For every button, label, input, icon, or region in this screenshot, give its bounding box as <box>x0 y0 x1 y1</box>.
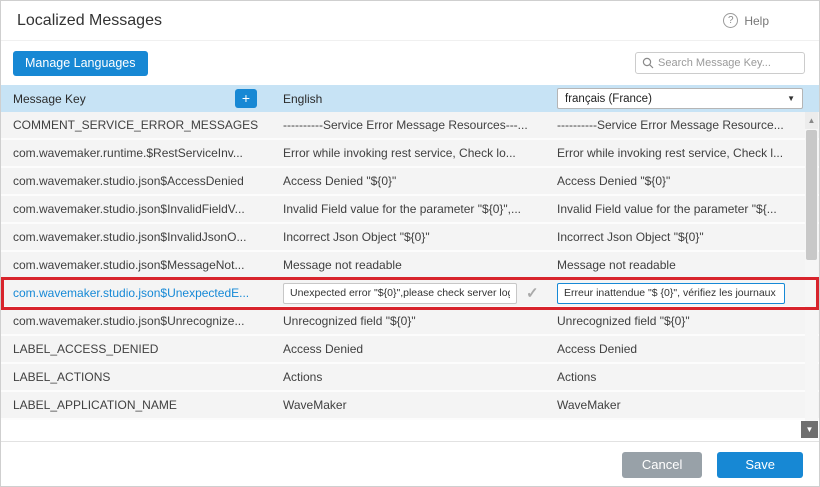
message-key-cell: com.wavemaker.runtime.$RestServiceInv... <box>1 146 273 160</box>
check-icon[interactable]: ✓ <box>526 284 539 302</box>
english-cell: Unrecognized field "${0}" <box>273 314 547 328</box>
search-box[interactable] <box>635 52 805 74</box>
add-message-key-button[interactable]: + <box>235 89 257 108</box>
scrollbar[interactable]: ▲ ▼ <box>805 112 818 438</box>
scrollbar-thumb[interactable] <box>806 130 817 260</box>
table-row[interactable]: LABEL_APPLICATION_NAME WaveMaker WaveMak… <box>1 392 819 420</box>
french-cell: Message not readable <box>547 258 819 272</box>
page-title: Localized Messages <box>17 12 162 30</box>
cancel-button[interactable]: Cancel <box>622 452 702 478</box>
table-row[interactable]: com.wavemaker.studio.json$AccessDenied A… <box>1 168 819 196</box>
chevron-down-icon: ▼ <box>787 94 795 103</box>
english-cell: Invalid Field value for the parameter "$… <box>273 202 547 216</box>
titlebar: Localized Messages ? Help <box>1 1 819 41</box>
english-cell: WaveMaker <box>273 398 547 412</box>
language-select[interactable]: français (France) ▼ <box>557 88 803 109</box>
english-cell: Access Denied "${0}" <box>273 174 547 188</box>
help-link[interactable]: ? Help <box>723 13 769 28</box>
scroll-up-button[interactable]: ▲ <box>805 112 818 129</box>
table-row-editing[interactable]: com.wavemaker.studio.json$UnexpectedE...… <box>1 280 819 308</box>
table-header: Message Key + English français (France) … <box>1 85 819 112</box>
table-row[interactable]: com.wavemaker.studio.json$MessageNot... … <box>1 252 819 280</box>
manage-languages-button[interactable]: Manage Languages <box>13 51 148 76</box>
french-cell: Incorrect Json Object "${0}" <box>547 230 819 244</box>
table-row[interactable]: COMMENT_SERVICE_ERROR_MESSAGES ---------… <box>1 112 819 140</box>
french-message-input[interactable] <box>557 283 785 304</box>
table-row[interactable]: LABEL_ACTIONS Actions Actions <box>1 364 819 392</box>
french-cell: Error while invoking rest service, Check… <box>547 146 819 160</box>
table-body: COMMENT_SERVICE_ERROR_MESSAGES ---------… <box>1 112 819 438</box>
english-cell: Message not readable <box>273 258 547 272</box>
english-cell: Error while invoking rest service, Check… <box>273 146 547 160</box>
help-icon: ? <box>723 13 738 28</box>
french-cell <box>547 283 819 304</box>
french-cell: Actions <box>547 370 819 384</box>
english-cell: ✓ <box>273 283 547 304</box>
message-key-cell: com.wavemaker.studio.json$Unrecognize... <box>1 314 273 328</box>
message-key-cell: LABEL_APPLICATION_NAME <box>1 398 273 412</box>
french-cell: Access Denied <box>547 342 819 356</box>
table-row[interactable]: com.wavemaker.runtime.$RestServiceInv...… <box>1 140 819 168</box>
message-key-cell: com.wavemaker.studio.json$InvalidJsonO..… <box>1 230 273 244</box>
english-cell: Actions <box>273 370 547 384</box>
french-cell: Access Denied "${0}" <box>547 174 819 188</box>
message-key-cell: com.wavemaker.studio.json$AccessDenied <box>1 174 273 188</box>
column-language: français (France) ▼ <box>547 88 819 109</box>
message-key-cell: LABEL_ACCESS_DENIED <box>1 342 273 356</box>
table-row[interactable]: LABEL_ACCESS_DENIED Access Denied Access… <box>1 336 819 364</box>
localized-messages-dialog: Localized Messages ? Help Manage Languag… <box>0 0 820 487</box>
message-key-cell: com.wavemaker.studio.json$UnexpectedE... <box>1 286 273 300</box>
footer: Cancel Save <box>1 441 819 487</box>
message-key-cell: com.wavemaker.studio.json$MessageNot... <box>1 258 273 272</box>
table-row[interactable]: com.wavemaker.studio.json$InvalidJsonO..… <box>1 224 819 252</box>
table-row[interactable]: com.wavemaker.studio.json$InvalidFieldV.… <box>1 196 819 224</box>
save-button[interactable]: Save <box>717 452 803 478</box>
column-english: English <box>273 92 547 106</box>
column-message-key: Message Key + <box>1 89 273 108</box>
english-message-input[interactable] <box>283 283 517 304</box>
english-cell: Access Denied <box>273 342 547 356</box>
column-header-english: English <box>283 92 322 106</box>
column-header-message-key: Message Key <box>13 92 86 106</box>
help-label: Help <box>744 14 769 28</box>
message-key-cell: LABEL_ACTIONS <box>1 370 273 384</box>
message-key-cell: COMMENT_SERVICE_ERROR_MESSAGES <box>1 118 273 132</box>
language-select-value: français (France) <box>565 93 652 105</box>
toolbar: Manage Languages <box>1 41 819 85</box>
french-cell: Invalid Field value for the parameter "$… <box>547 202 819 216</box>
french-cell: ----------Service Error Message Resource… <box>547 118 819 132</box>
search-input[interactable] <box>658 57 798 69</box>
english-cell: ----------Service Error Message Resource… <box>273 118 547 132</box>
table-row[interactable]: com.wavemaker.studio.json$Unrecognize...… <box>1 308 819 336</box>
french-cell: Unrecognized field "${0}" <box>547 314 819 328</box>
scroll-down-button[interactable]: ▼ <box>801 421 818 438</box>
french-cell: WaveMaker <box>547 398 819 412</box>
english-cell: Incorrect Json Object "${0}" <box>273 230 547 244</box>
message-key-cell: com.wavemaker.studio.json$InvalidFieldV.… <box>1 202 273 216</box>
search-icon <box>642 57 654 69</box>
